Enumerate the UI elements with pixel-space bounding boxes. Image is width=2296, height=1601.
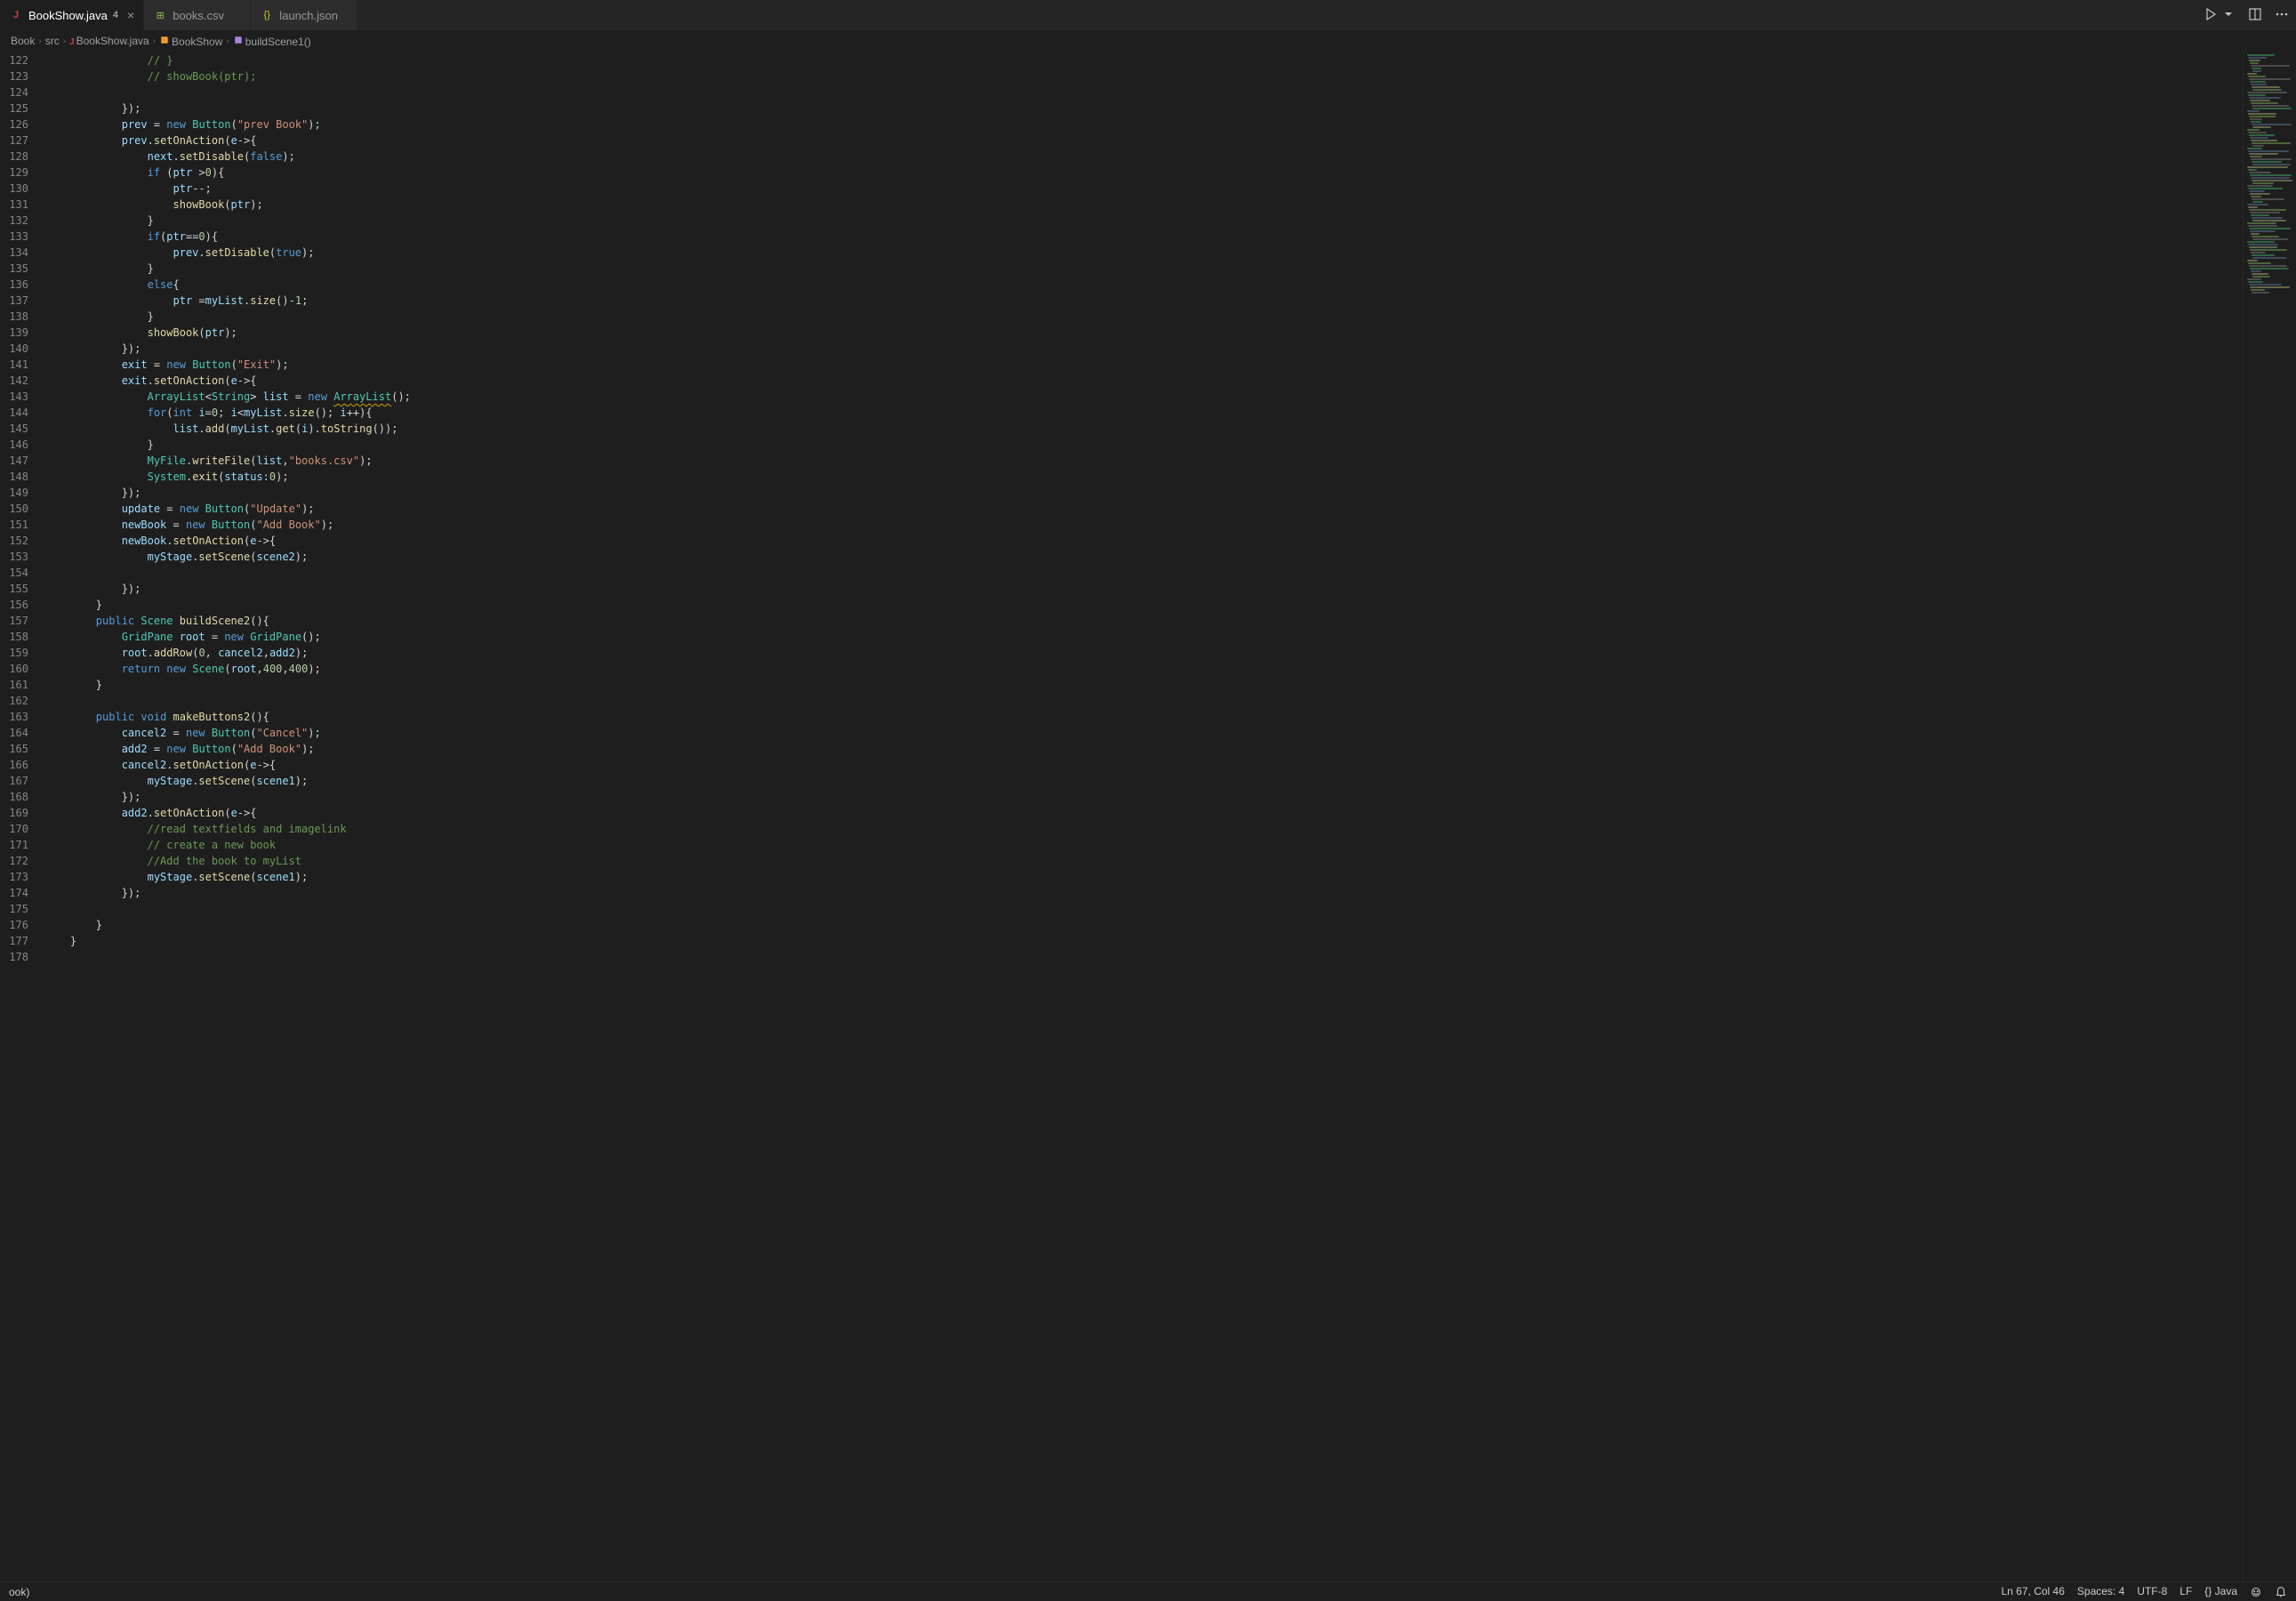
notifications-icon[interactable]	[2275, 1585, 2287, 1598]
tab-label: books.csv	[173, 9, 224, 22]
split-editor-icon[interactable]	[2248, 7, 2262, 24]
tab-books-csv[interactable]: ⊞ books.csv	[144, 0, 251, 30]
tab-launch-json[interactable]: {} launch.json	[251, 0, 357, 30]
chevron-right-icon: ›	[63, 36, 66, 46]
status-eol[interactable]: LF	[2180, 1585, 2192, 1597]
java-icon: J	[69, 37, 75, 47]
breadcrumb-segment[interactable]: buildScene1()	[233, 35, 311, 48]
java-file-icon: J	[9, 8, 23, 22]
method-icon	[233, 35, 244, 45]
minimap[interactable]	[2243, 51, 2296, 1581]
csv-file-icon: ⊞	[153, 8, 167, 22]
run-dropdown-icon[interactable]	[2221, 7, 2236, 24]
class-icon	[159, 35, 170, 45]
chevron-right-icon: ›	[38, 36, 41, 46]
line-gutter: 122 123 124 125 126 127 128 129 130 131 …	[0, 51, 44, 1581]
tab-label: BookShow.java	[28, 9, 108, 22]
run-icon[interactable]	[2204, 7, 2218, 24]
tab-bar: J BookShow.java 4 × ⊞ books.csv {} launch.json	[0, 0, 2296, 31]
breadcrumb-segment[interactable]: JBookShow.java	[69, 35, 149, 47]
chevron-right-icon: ›	[153, 36, 156, 46]
close-icon[interactable]: ×	[127, 8, 134, 22]
feedback-icon[interactable]	[2250, 1585, 2262, 1598]
status-language[interactable]: {} Java	[2204, 1585, 2237, 1597]
status-spaces[interactable]: Spaces: 4	[2077, 1585, 2124, 1597]
editor[interactable]: 122 123 124 125 126 127 128 129 130 131 …	[0, 51, 2296, 1581]
status-encoding[interactable]: UTF-8	[2137, 1585, 2167, 1597]
more-actions-icon[interactable]	[2275, 7, 2289, 24]
tab-bookshow-java[interactable]: J BookShow.java 4 ×	[0, 0, 144, 30]
status-bar: ook) Ln 67, Col 46 Spaces: 4 UTF-8 LF {}…	[0, 1581, 2296, 1601]
json-file-icon: {}	[260, 8, 274, 22]
breadcrumb-segment[interactable]: Book	[11, 35, 35, 47]
code-area[interactable]: // } // showBook(ptr); }); prev = new Bu…	[44, 51, 2243, 1581]
status-cursor[interactable]: Ln 67, Col 46	[2002, 1585, 2065, 1597]
tab-label: launch.json	[279, 9, 338, 22]
breadcrumb[interactable]: Book›src›JBookShow.java›BookShow›buildSc…	[0, 31, 2296, 51]
tab-actions	[2196, 0, 2296, 30]
tab-dirty-indicator: 4	[113, 10, 118, 20]
chevron-right-icon: ›	[226, 36, 229, 46]
breadcrumb-segment[interactable]: src	[45, 35, 60, 47]
status-left-text[interactable]: ook)	[9, 1586, 29, 1598]
breadcrumb-segment[interactable]: BookShow	[159, 35, 222, 48]
